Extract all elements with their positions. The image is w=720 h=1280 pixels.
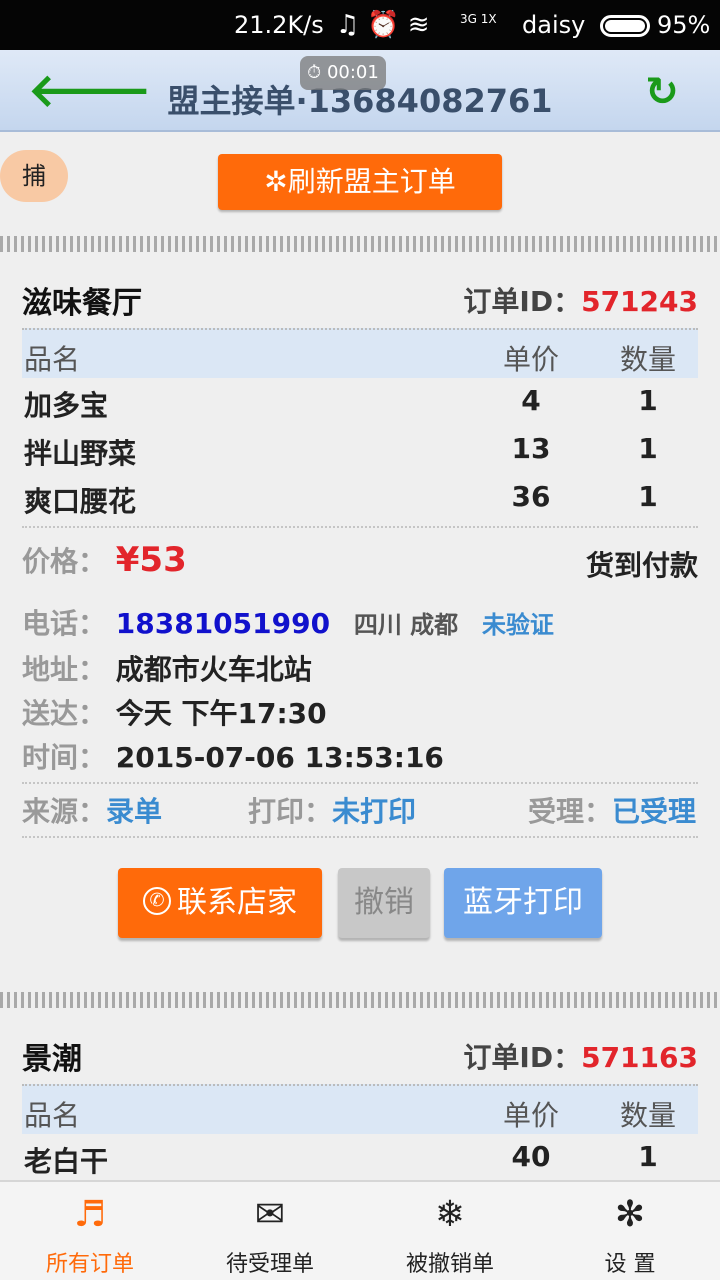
battery-percent: 95% [657,11,711,39]
header-item-name: 品名 [24,1099,81,1132]
shop-name: 滋味餐厅 [22,286,142,321]
items-header: 品名 单价 数量 [22,1084,698,1134]
header-quantity: 数量 [619,1099,676,1132]
print-label: 打印： [248,795,333,828]
separator [0,236,720,252]
network-speed: 21.2K/s [234,11,324,39]
verify-status: 未验证 [481,611,554,639]
capture-button[interactable]: 捕 [0,150,68,202]
phone-icon: ✆ [143,886,171,915]
region: 四川 成都 [353,611,459,639]
delivery-row: 送达： 今天 下午17:30 [22,692,698,732]
tab-cancelled-orders[interactable]: ❄ 被撤销单 [360,1182,540,1280]
phone-label: 电话： [22,607,107,640]
order-id-value: 571163 [581,1041,698,1074]
network-type: 3G 1X [460,12,497,26]
delivery-label: 送达： [22,697,107,730]
music-note-icon: ♬ [73,1194,107,1235]
battery-icon [600,15,650,37]
table-row: 加多宝 4 1 [24,384,658,422]
order-id: 订单ID：571163 [463,1041,698,1074]
divider [22,526,698,528]
delivery-value: 今天 下午17:30 [115,697,327,730]
address-value: 成都市火车北站 [115,653,312,686]
wifi-icon: ≋ [407,10,438,40]
header-unit-price: 单价 [502,343,559,376]
status-icons: ♫⏰≋ [336,10,437,40]
order-id: 订单ID：571243 [463,285,698,318]
header-quantity: 数量 [619,343,676,376]
address-row: 地址： 成都市火车北站 [22,648,698,688]
cancel-order-button[interactable]: 撤销 [338,868,430,938]
total-price: ¥53 [115,540,187,580]
timer-value: 00:01 [326,62,379,83]
items-header: 品名 单价 数量 [22,328,698,378]
refresh-icon[interactable]: ↻ [640,70,684,114]
time-row: 时间： 2015-07-06 13:53:16 [22,736,698,776]
bottom-nav: ♬ 所有订单 ✉ 待受理单 ❄ 被撤销单 ✻ 设 置 [0,1180,720,1280]
status-bar: 21.2K/s ♫⏰≋ 3G 1X daisy 95% [0,0,720,50]
screen-record-timer: ⏱ 00:01 [300,56,386,90]
tab-pending-orders[interactable]: ✉ 待受理单 [180,1182,360,1280]
refresh-orders-button[interactable]: ✲刷新盟主订单 [218,154,502,210]
contact-shop-button[interactable]: ✆ 联系店家 [118,868,322,938]
table-row: 老白干 40 1 [24,1140,658,1178]
envelope-icon: ✉ [254,1194,286,1235]
price-row: 价格： ¥53 货到付款 [22,540,698,582]
source-value: 录单 [106,795,163,828]
accept-label: 受理： [527,795,612,828]
payment-method: 货到付款 [585,549,698,582]
order-card: 滋味餐厅 订单ID：571243 品名 单价 数量 加多宝 4 1 拌山野菜 1… [22,278,698,958]
address-label: 地址： [22,653,107,686]
customer-phone[interactable]: 18381051990 [116,607,330,640]
tab-settings[interactable]: ✻ 设 置 [540,1182,720,1280]
phone-row: 电话： 18381051990 四川 成都 未验证 [22,602,698,642]
alarm-icon: ⏰ [367,10,408,40]
order-id-value: 571243 [581,285,698,318]
bluetooth-print-button[interactable]: 蓝牙打印 [444,868,602,938]
source-label: 来源： [22,795,107,828]
tab-all-orders[interactable]: ♬ 所有订单 [0,1182,180,1280]
price-label: 价格： [22,545,107,578]
separator [0,992,720,1008]
header-unit-price: 单价 [502,1099,559,1132]
table-row: 拌山野菜 13 1 [24,432,658,470]
time-label: 时间： [22,741,107,774]
time-value: 2015-07-06 13:53:16 [115,741,444,774]
divider [22,782,698,784]
header-item-name: 品名 [24,343,81,376]
asterisk-icon: ✻ [614,1194,646,1235]
shop-name: 景潮 [22,1042,82,1077]
mute-icon: ♫ [336,10,368,40]
accept-status: 已受理 [611,795,696,828]
snowflake-icon: ❄ [434,1194,466,1235]
order-card: 景潮 订单ID：571163 品名 单价 数量 老白干 40 1 [22,1034,698,1180]
print-status: 未打印 [332,795,417,828]
table-row: 爽口腰花 36 1 [24,480,658,518]
divider [22,836,698,838]
carrier-name: daisy [522,11,586,39]
